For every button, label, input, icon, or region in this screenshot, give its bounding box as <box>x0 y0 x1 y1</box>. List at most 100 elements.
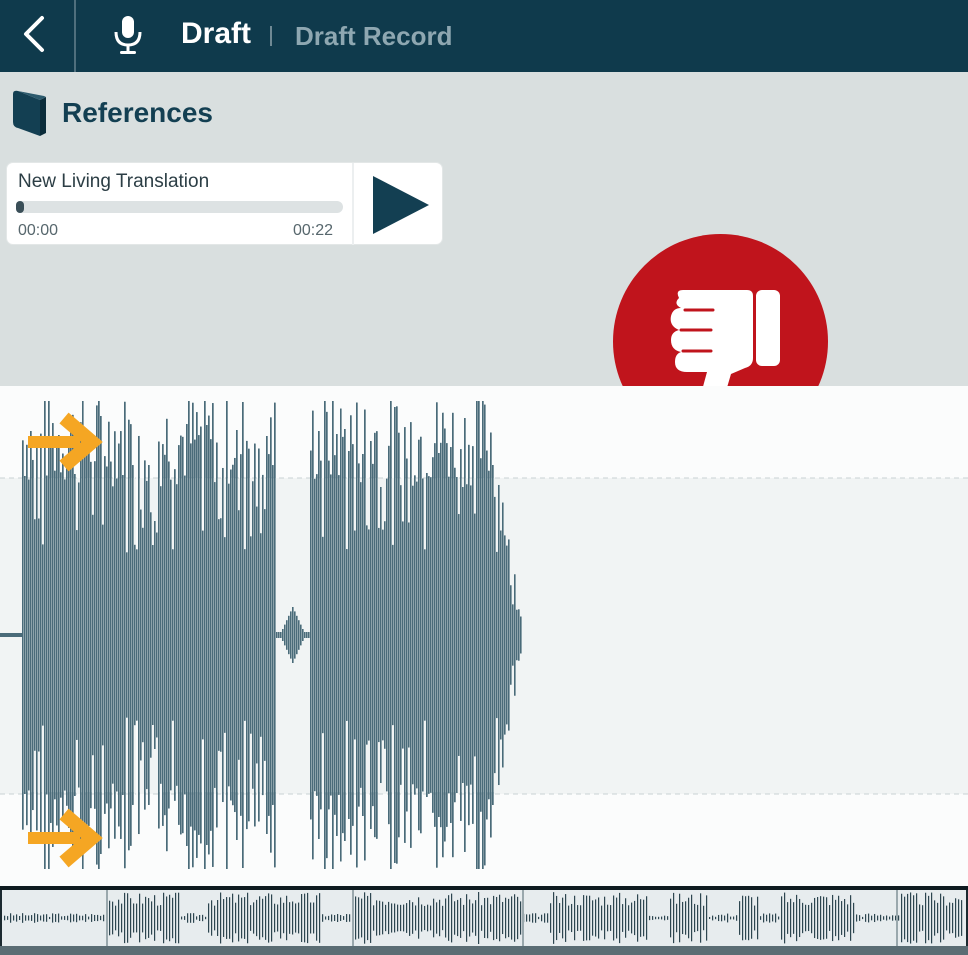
minimap-sample <box>316 895 318 941</box>
minimap-sample <box>166 896 168 940</box>
minimap-sample <box>685 901 687 935</box>
minimap-sample <box>34 913 36 923</box>
minimap-sample <box>625 898 627 938</box>
waveform-sample <box>138 435 140 835</box>
waveform-sample <box>94 461 96 809</box>
minimap-sample <box>286 895 288 941</box>
minimap-sample <box>55 914 57 922</box>
minimap-sample <box>826 897 828 939</box>
minimap-sample <box>907 893 909 943</box>
waveform-sample <box>200 426 202 844</box>
minimap-sample <box>187 913 189 923</box>
reference-name: New Living Translation <box>18 171 210 192</box>
minimap-sample <box>946 905 948 931</box>
references-title: References <box>62 97 213 128</box>
waveform-sample <box>484 404 486 866</box>
waveform-sample <box>254 443 256 827</box>
minimap-sample <box>955 898 957 938</box>
waveform-sample <box>182 436 184 834</box>
waveform-sample <box>322 536 324 734</box>
minimap-sample <box>238 894 240 942</box>
minimap-sample <box>502 901 504 935</box>
waveform-sample <box>258 448 260 822</box>
waveform-editor[interactable] <box>0 386 968 886</box>
waveform-sample <box>146 480 148 790</box>
minimap-sample <box>175 892 177 944</box>
minimap-sample <box>511 896 513 940</box>
minimap-sample <box>322 914 324 922</box>
waveform-sample <box>166 418 168 852</box>
minimap-sample <box>736 915 738 921</box>
minimap-sample <box>529 914 531 922</box>
waveform-sample <box>434 443 436 827</box>
minimap-sample <box>604 896 606 940</box>
waveform-sample <box>440 442 442 828</box>
minimap-sample <box>250 905 252 931</box>
minimap-sample <box>319 893 321 943</box>
minimap-sample <box>7 916 9 920</box>
minimap-sample <box>850 895 852 941</box>
waveform-sample <box>302 629 304 641</box>
minimap-sample <box>658 916 660 920</box>
waveform-sample <box>466 484 468 786</box>
waveform-sample <box>320 460 322 810</box>
waveform-sample <box>72 414 74 856</box>
minimap-sample <box>553 892 555 944</box>
waveform-sample <box>420 436 422 834</box>
minimap-sample <box>697 904 699 932</box>
minimap-sample <box>862 916 864 920</box>
minimap-sample <box>724 915 726 921</box>
minimap-sample <box>718 914 720 922</box>
waveform-sample <box>376 431 378 839</box>
waveform-sample <box>460 449 462 821</box>
waveform-sample <box>496 551 498 719</box>
minimap-sample <box>61 916 63 920</box>
waveform-sample <box>240 454 242 816</box>
minimap-sample <box>241 897 243 939</box>
back-button[interactable] <box>0 0 76 72</box>
minimap-sample <box>778 916 780 920</box>
minimap-sample <box>373 905 375 931</box>
waveform-sample <box>196 412 198 858</box>
waveform-sample <box>226 401 228 869</box>
minimap-sample <box>565 894 567 942</box>
waveform-minimap[interactable] <box>0 886 968 955</box>
progress-track[interactable] <box>16 201 343 213</box>
minimap-sample <box>385 904 387 932</box>
waveform-sample <box>508 539 510 731</box>
waveform-sample <box>384 521 386 749</box>
waveform-sample <box>510 585 512 685</box>
waveform-sample <box>432 457 434 813</box>
minimap-sample <box>13 915 15 921</box>
waveform-sample <box>246 440 248 830</box>
minimap-sample <box>181 916 183 920</box>
minimap-sample <box>904 896 906 940</box>
waveform-sample <box>206 425 208 845</box>
waveform-sample <box>506 545 508 725</box>
waveform-sample <box>450 447 452 823</box>
waveform[interactable] <box>0 386 968 886</box>
minimap-sample <box>808 904 810 932</box>
waveform-sample <box>86 445 88 825</box>
minimap-sample <box>289 902 291 934</box>
waveform-sample <box>68 442 70 828</box>
waveform-sample <box>468 444 470 826</box>
waveform-sample <box>502 502 504 768</box>
minimap-sample <box>394 903 396 933</box>
minimap-sample <box>469 899 471 937</box>
play-icon[interactable] <box>367 173 435 237</box>
minimap-sample <box>58 913 60 923</box>
waveform-sample <box>498 484 500 786</box>
minimap-waveform[interactable] <box>0 886 968 955</box>
waveform-sample <box>180 435 182 835</box>
waveform-sample <box>52 423 54 847</box>
minimap-sample <box>103 914 105 922</box>
minimap-sample <box>205 916 207 920</box>
minimap-sample <box>517 896 519 940</box>
minimap-sample <box>136 903 138 933</box>
waveform-sample <box>328 460 330 810</box>
minimap-sample <box>580 905 582 931</box>
microphone-icon <box>114 16 142 54</box>
page-subtitle: Draft Record <box>295 21 453 51</box>
minimap-sample <box>688 897 690 939</box>
